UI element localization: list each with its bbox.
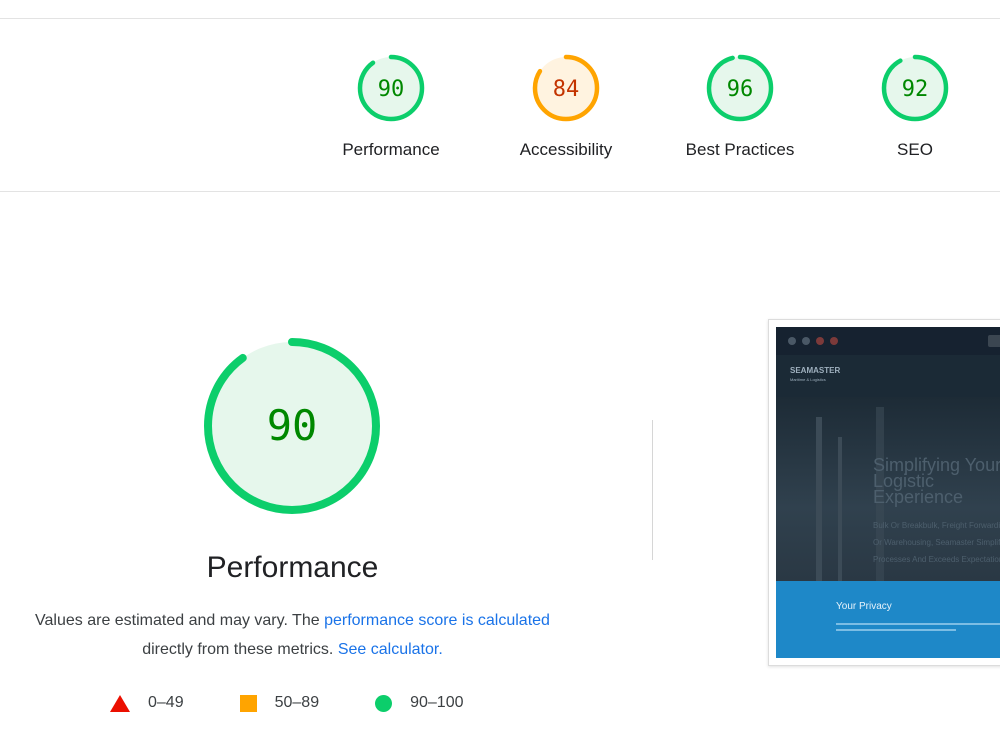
gauges-divider: [0, 191, 1000, 192]
vertical-divider: [652, 420, 653, 560]
main-gauge-ring: 90: [204, 338, 380, 514]
legend-average: 50–89: [239, 694, 320, 712]
gauge-best-practices-ring: 96: [706, 54, 774, 122]
desc-text-1: Values are estimated and may vary. The: [35, 612, 325, 629]
shot-logo: SEAMASTER Maritime & Logistics: [790, 366, 841, 383]
shot-privacy-title: Your Privacy: [836, 601, 892, 612]
shot-hero-subtitle: Bulk Or Breakbulk, Freight Forwarding Or…: [873, 521, 1000, 564]
performance-score-link[interactable]: performance score is calculated: [324, 612, 550, 629]
main-gauge-title: Performance: [206, 551, 379, 584]
gauge-accessibility-label: Accessibility: [519, 140, 613, 159]
circle-icon: [375, 694, 393, 712]
final-screenshot[interactable]: SEAMASTER Maritime & Logistics Simplifyin…: [768, 319, 1000, 666]
main-gauge-score: 90: [267, 401, 318, 450]
main-performance-gauge: 90: [200, 334, 384, 523]
gauge-accessibility-score: 84: [553, 77, 580, 102]
top-divider: [0, 18, 1000, 19]
gauge-seo-score: 92: [902, 77, 929, 102]
gauge-accessibility-ring: 84: [532, 54, 600, 122]
gauge-best-practices-label: Best Practices: [685, 140, 795, 159]
gauge-performance-ring: 90: [357, 54, 425, 122]
square-icon: [239, 694, 257, 712]
legend-fail: 0–49: [110, 694, 184, 712]
legend-fail-range: 0–49: [148, 694, 184, 711]
gauge-accessibility[interactable]: 84 Accessibility: [486, 52, 646, 160]
shot-hero-title: Simplifying Your Logistic Experience: [873, 455, 1000, 507]
gauge-seo[interactable]: 92 SEO: [835, 52, 995, 160]
legend-average-range: 50–89: [274, 694, 320, 711]
triangle-icon: [110, 694, 130, 712]
desc-text-2: directly from these metrics.: [142, 641, 338, 658]
gauge-best-practices-score: 96: [727, 77, 754, 102]
gauge-performance-score: 90: [378, 77, 405, 102]
score-description: Values are estimated and may vary. The p…: [0, 606, 585, 664]
legend-pass-range: 90–100: [410, 694, 464, 711]
legend-pass: 90–100: [375, 694, 463, 712]
shot-topbar: [776, 327, 1000, 355]
gauge-best-practices[interactable]: 96 Best Practices: [660, 52, 820, 160]
shot-privacy-banner: Your Privacy: [776, 581, 1000, 658]
see-calculator-link[interactable]: See calculator.: [338, 641, 443, 658]
shot-nav: SEAMASTER Maritime & Logistics: [776, 355, 1000, 397]
gauge-performance[interactable]: 90 Performance: [311, 52, 471, 160]
gauge-seo-label: SEO: [897, 140, 933, 159]
gauge-performance-label: Performance: [342, 140, 440, 159]
score-legend: 0–49 50–89 90–100: [110, 694, 519, 712]
page-screenshot-image: SEAMASTER Maritime & Logistics Simplifyin…: [776, 327, 1000, 658]
gauge-seo-ring: 92: [881, 54, 949, 122]
